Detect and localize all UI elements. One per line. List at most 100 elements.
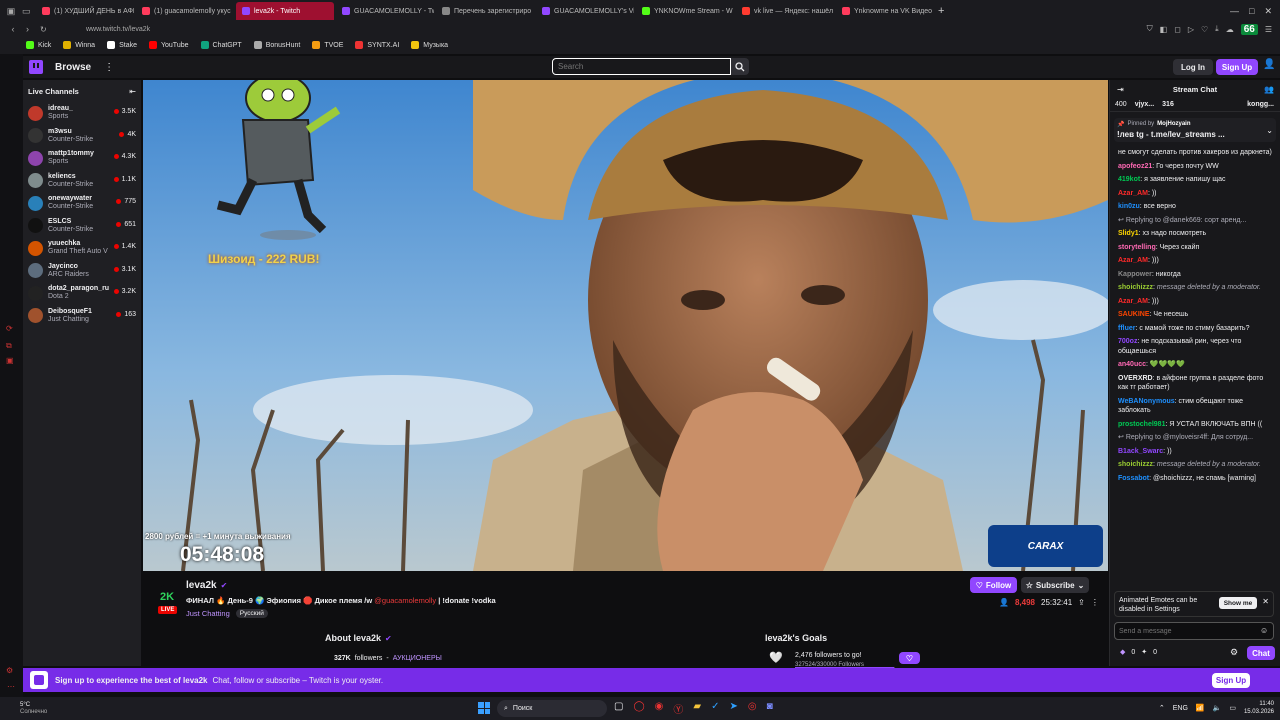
browser-tab-1[interactable]: (1) guacamolemolly укус [136,2,234,20]
emote-picker-icon[interactable]: ☺ [1260,626,1268,635]
chat-input[interactable] [1114,622,1274,640]
chat-settings-icon[interactable]: ⚙ [1230,647,1238,658]
leaderboard-user-3[interactable]: kongg... [1247,101,1274,108]
team-link[interactable]: АУКЦИОНЕРЫ [393,655,442,662]
browser-active-icon[interactable]: ◎ [748,701,757,716]
chat-username[interactable]: an40ucc [1118,361,1146,368]
sidebar-channel-6[interactable]: yuuechka Grand Theft Auto V 1.4K [23,237,141,260]
sidebar-channel-2[interactable]: mattp1tommy Sports 4.3K [23,147,141,170]
chat-username[interactable]: Azar_AM [1118,190,1148,197]
discord-icon[interactable]: ◙ [767,701,773,716]
opera-gx-icon[interactable]: ◉ [655,701,664,716]
bookmark-3[interactable]: YouTube [148,41,189,49]
chat-username[interactable]: storytelling [1118,244,1156,251]
rail-icon-2[interactable]: ⧉ [6,341,12,351]
tab-list-icon[interactable]: ▭ [22,6,36,17]
weather-widget[interactable]: 5°C Солнечно [20,702,47,716]
bookmark-6[interactable]: TVOE [312,41,343,49]
window-icon[interactable]: ▣ [0,6,22,17]
channel-name[interactable]: leva2k [186,580,217,591]
opera-icon[interactable]: ◯ [633,701,644,716]
search-button[interactable] [731,58,749,75]
bookmark-2[interactable]: Stake [107,41,137,49]
browser-tab-8[interactable]: Ynknowme на VK Видео [836,2,934,20]
bookmark-1[interactable]: Winna [63,41,95,49]
task-view-icon[interactable]: ▢ [614,701,623,716]
shield-icon[interactable]: ⛉ [1147,24,1153,34]
search-input[interactable] [552,58,731,75]
login-button[interactable]: Log In [1173,59,1213,75]
url-field[interactable]: www.twitch.tv/leva2k [86,26,150,33]
start-button[interactable] [478,702,490,714]
browse-link[interactable]: Browse [55,62,91,73]
chat-username[interactable]: shoichizzz [1118,461,1153,468]
browser-tab-0[interactable]: (1) ХУДШИЙ ДЕНЬ в АФР [36,2,134,20]
menu-icon[interactable]: ☰ [1265,25,1272,34]
sidebar-channel-4[interactable]: onewaywater Counter-Strike 775 [23,192,141,215]
extension-icon[interactable]: ◧ [1160,25,1168,34]
language-tag[interactable]: Русский [235,609,268,618]
rail-icon-1[interactable]: ⟳ [6,324,13,333]
file-explorer-icon[interactable]: ▰ [693,701,701,716]
chat-username[interactable]: Kappower [1118,271,1152,278]
cloud-icon[interactable]: ☁ [1226,25,1234,34]
signup-button[interactable]: Sign Up [1216,59,1258,75]
volume-icon[interactable]: 🔈 [1213,704,1222,712]
bits-icon[interactable]: ◆ [1120,648,1125,656]
user-icon[interactable]: 👤 [1263,59,1275,70]
browser-tab-3[interactable]: GUACAMOLEMOLLY - Tw [336,2,434,20]
video-player[interactable]: Шизоид - 222 RUB! 2800 рублей = +1 минут… [143,80,1108,571]
kick-extension-badge[interactable]: 66 [1240,23,1258,35]
chat-send-button[interactable]: Chat [1247,646,1275,660]
battery-icon[interactable]: ▭ [1229,704,1236,712]
download-icon[interactable]: ⤓ [1215,24,1219,34]
banner-signup-button[interactable]: Sign Up [1212,672,1250,688]
close-notice-icon[interactable]: ✕ [1262,597,1269,606]
subscribe-button[interactable]: ☆ Subscribe ⌄ [1021,577,1089,593]
browser-tab-5[interactable]: GUACAMOLEMOLLY's Vi [536,2,634,20]
leaderboard-user-1[interactable]: vjyx... [1135,101,1154,108]
chat-username[interactable]: SAUKINE [1118,311,1150,318]
maximize-icon[interactable]: □ [1249,6,1254,17]
sidebar-channel-1[interactable]: m3wsu Counter-Strike 4K [23,125,141,148]
taskbar-search[interactable]: ⌕ Поиск [497,700,607,717]
more-options-icon[interactable]: ⋮ [104,62,114,73]
app-icon-check[interactable]: ✓ [711,701,719,716]
new-tab-button[interactable]: + [938,5,944,17]
chat-users-icon[interactable]: 👥 [1264,85,1274,94]
bookmark-7[interactable]: SYNTX.AI [355,41,399,49]
share-icon[interactable]: ⇪ [1078,598,1085,607]
chat-username[interactable]: Fossabot [1118,475,1149,482]
bookmark-icon[interactable]: ◻ [1174,25,1181,34]
back-icon[interactable]: ‹ [0,24,26,34]
chat-username[interactable]: Azar_AM [1118,298,1148,305]
expand-pinned-icon[interactable]: ⌄ [1266,126,1273,135]
chat-username[interactable]: apofeoz21 [1118,163,1152,170]
rail-icon-3[interactable]: ▣ [6,356,14,365]
twitch-logo[interactable] [29,60,43,74]
points-icon[interactable]: ✦ [1141,648,1147,656]
bookmark-8[interactable]: Музыка [411,41,448,49]
chat-username[interactable]: OVERXRD [1118,375,1153,382]
play-icon[interactable]: ▷ [1188,25,1194,34]
minimize-icon[interactable]: — [1230,6,1239,17]
more-icon[interactable]: ⋮ [1091,598,1099,607]
collapse-sidebar-icon[interactable]: ⇤ [129,87,136,96]
chat-username[interactable]: 700oz [1118,338,1137,345]
sidebar-channel-0[interactable]: idreau_ Sports 3.5K [23,102,141,125]
show-me-button[interactable]: Show me [1219,597,1257,609]
bookmark-4[interactable]: ChatGPT [200,41,242,49]
collapse-chat-icon[interactable]: ⇥ [1117,85,1124,94]
bookmark-5[interactable]: BonusHunt [253,41,300,49]
sidebar-channel-7[interactable]: Jaycinco ARC Raiders 3.1K [23,260,141,283]
reload-icon[interactable]: ↻ [40,25,54,34]
forward-icon[interactable]: › [26,24,40,34]
telegram-icon[interactable]: ➤ [729,701,737,716]
chat-username[interactable]: B1ack_Swarc [1118,448,1163,455]
goal-follow-button[interactable]: ♡ [899,652,920,664]
app-icon-y[interactable]: Ⓨ [673,701,683,716]
rail-settings-icon[interactable]: ⚙ [6,666,13,675]
heart-icon[interactable]: ♡ [1201,25,1208,34]
pinned-message[interactable]: 📌 Pinned by MojHozyain !лев tg - t.me/lev_… [1114,118,1276,142]
chat-username[interactable]: prostochel981 [1118,421,1165,428]
